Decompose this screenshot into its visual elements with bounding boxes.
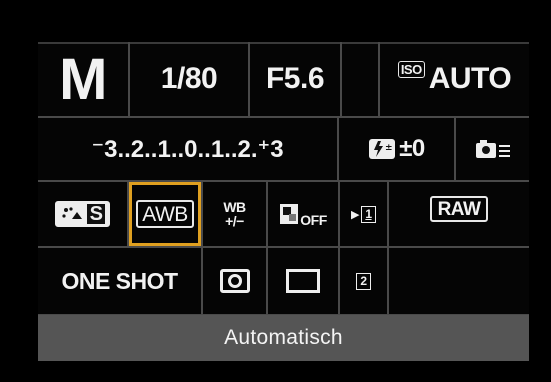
camera-menu-icon bbox=[475, 140, 510, 158]
card-slot-2-number: 2 bbox=[356, 272, 371, 290]
metering-ring bbox=[227, 274, 242, 288]
wb-shift-bracket[interactable]: WB +/− bbox=[203, 182, 266, 246]
custom-controls[interactable] bbox=[456, 118, 529, 180]
auto-lighting-optimizer-icon bbox=[280, 204, 299, 224]
landscape-icon bbox=[61, 207, 82, 219]
metering-icon bbox=[219, 269, 250, 293]
image-quality[interactable]: RAW bbox=[389, 182, 529, 246]
selection-highlight bbox=[129, 182, 201, 246]
single-shot-icon bbox=[286, 269, 320, 293]
exposure-compensation-scale[interactable]: ⁻3..2..1..0..1..2.⁺3 bbox=[38, 118, 337, 180]
iso-label: ISO bbox=[397, 60, 425, 78]
flash-exposure-compensation[interactable]: ± ±0 bbox=[339, 118, 454, 180]
play-arrow-icon: ▶ bbox=[351, 208, 359, 221]
card-slot-2[interactable]: 2 bbox=[340, 248, 387, 314]
card-slot-1-number: 1 bbox=[360, 205, 376, 223]
picture-style[interactable]: S bbox=[38, 182, 127, 246]
shutter-speed[interactable]: 1/80 bbox=[130, 42, 248, 116]
iso-value: AUTO bbox=[428, 62, 512, 95]
quick-control-panel: M 1/80 F5.6 ISO AUTO ⁻3..2..1..0..1..2.⁺… bbox=[38, 42, 529, 361]
wb-shift-bottom: +/− bbox=[225, 213, 244, 229]
iso-setting[interactable]: ISO AUTO bbox=[380, 42, 529, 116]
flash-compensation-icon: ± bbox=[369, 139, 396, 159]
picture-style-value: S bbox=[86, 204, 106, 224]
picture-style-box: S bbox=[54, 201, 111, 227]
camera-quick-control-screen: M 1/80 F5.6 ISO AUTO ⁻3..2..1..0..1..2.⁺… bbox=[0, 0, 551, 382]
metering-mode[interactable] bbox=[203, 248, 266, 314]
wb-shift-top: WB bbox=[223, 199, 246, 215]
shooting-mode[interactable]: M bbox=[38, 42, 128, 116]
card-slot-1[interactable]: ▶ 1 bbox=[340, 182, 387, 246]
divider bbox=[340, 42, 342, 116]
drive-mode[interactable] bbox=[268, 248, 338, 314]
svg-text:±: ± bbox=[385, 143, 392, 153]
image-quality-value: RAW bbox=[429, 196, 489, 222]
auto-lighting-optimizer[interactable]: OFF bbox=[268, 182, 338, 246]
aperture-value[interactable]: F5.6 bbox=[250, 42, 340, 116]
status-description: Automatisch bbox=[38, 315, 529, 361]
wb-shift-label: WB +/− bbox=[223, 199, 246, 229]
af-operation[interactable]: ONE SHOT bbox=[38, 248, 201, 314]
alo-value: OFF bbox=[300, 212, 327, 228]
flash-comp-value: ±0 bbox=[399, 135, 425, 162]
